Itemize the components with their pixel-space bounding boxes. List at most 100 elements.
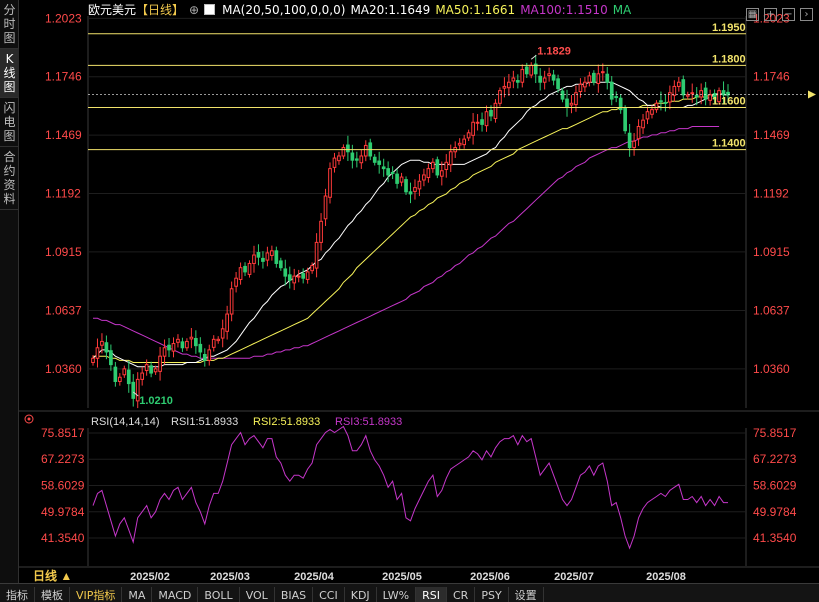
- candle-body: [632, 140, 636, 149]
- candle-body: [551, 74, 556, 81]
- period-selector[interactable]: 日线 ▲: [19, 568, 79, 583]
- tab-cr[interactable]: CR: [447, 587, 476, 602]
- candle-body: [314, 241, 319, 269]
- ma100-value: MA100:1.1510: [520, 3, 608, 17]
- tab-macd[interactable]: MACD: [152, 587, 199, 602]
- tab-ma[interactable]: MA: [122, 587, 153, 602]
- rsi-settings-icon-dot: [27, 417, 31, 421]
- candle-body: [685, 94, 690, 97]
- candle-body: [270, 250, 274, 256]
- rsi-tick-left: 41.3540: [41, 531, 85, 545]
- chart-header: 欧元美元【日线】 ⊕ MA(20,50,100,0,0,0) MA20:1.1649 M…: [88, 2, 636, 18]
- candle-body: [328, 168, 332, 198]
- time-label: 2025/02: [130, 571, 170, 583]
- chart-area[interactable]: 1.19501.18001.16001.1400 1.2023 1.20231.1…: [0, 0, 819, 602]
- level-label: 1.1800: [712, 53, 746, 65]
- candle-body: [292, 275, 297, 284]
- tab-kdj[interactable]: KDJ: [345, 587, 377, 602]
- tab-boll[interactable]: BOLL: [198, 587, 240, 602]
- candle-body: [592, 72, 596, 83]
- tab-templates[interactable]: 模板: [35, 587, 70, 602]
- tab-indicators[interactable]: 指标: [0, 587, 35, 602]
- rsi-tick-right: 75.8517: [753, 426, 797, 440]
- candle-body: [319, 220, 323, 243]
- ma-button[interactable]: MA: [613, 3, 632, 17]
- candle-body: [229, 288, 234, 315]
- price-tick-left: 1.1469: [45, 128, 82, 142]
- tab-settings[interactable]: 设置: [509, 587, 544, 602]
- level-label: 1.1600: [712, 96, 746, 108]
- candle-body: [654, 102, 659, 111]
- candle-body: [109, 350, 113, 366]
- candle-body: [198, 343, 203, 353]
- candle-body: [650, 109, 654, 115]
- candle-body: [243, 265, 247, 273]
- candle-body: [395, 173, 399, 184]
- plus-icon[interactable]: +: [764, 8, 777, 21]
- candle-body: [310, 265, 314, 272]
- minus-icon[interactable]: −: [782, 8, 795, 21]
- time-label: 2025/06: [470, 571, 510, 583]
- kline-app: 分时图 K线图 闪电图 合约资料 1.1950 1.1800 1.1600 1.140…: [0, 0, 819, 602]
- price-tick-right: 1.1192: [753, 186, 789, 200]
- grid-icon[interactable]: ▦: [746, 8, 759, 21]
- time-label: 2025/08: [646, 571, 686, 583]
- candle-body: [140, 372, 145, 380]
- candle-body: [493, 102, 498, 119]
- candle-body: [623, 107, 627, 132]
- candle-body: [283, 268, 288, 277]
- candle-body: [681, 79, 686, 96]
- high-label: 1.1829: [537, 45, 571, 57]
- next-icon[interactable]: ›: [800, 8, 813, 21]
- time-label: 2025/05: [382, 571, 422, 583]
- candle-body: [153, 368, 158, 373]
- price-tick-left: 1.0637: [45, 303, 82, 317]
- candle-body: [457, 142, 462, 146]
- candle-body: [560, 90, 565, 100]
- ma-definition: MA(20,50,100,0,0,0): [222, 3, 346, 17]
- candle-body: [354, 158, 359, 161]
- candle-body: [185, 340, 189, 349]
- tab-psy[interactable]: PSY: [475, 587, 509, 602]
- candle-body: [95, 347, 100, 359]
- tab-lw[interactable]: LW%: [377, 587, 417, 602]
- candle-body: [126, 369, 131, 385]
- candle-body: [238, 267, 243, 280]
- candle-body: [600, 71, 605, 74]
- rsi-grid: [87, 428, 747, 566]
- candle-body: [431, 161, 435, 170]
- candle-body: [296, 275, 301, 278]
- candle-body: [377, 160, 382, 165]
- ma20-value: MA20:1.1649: [350, 3, 431, 17]
- candle-body: [694, 94, 699, 98]
- level-label: 1.1950: [712, 22, 746, 34]
- candle-body: [583, 81, 587, 88]
- rsi-tick-right: 49.9784: [753, 505, 797, 519]
- rsi2-value: RSI2:51.8933: [253, 416, 320, 428]
- time-label: 2025/07: [554, 571, 594, 583]
- candle-body: [104, 342, 109, 353]
- candle-body: [663, 101, 668, 104]
- candle-body: [117, 376, 122, 382]
- candle-body: [372, 156, 377, 163]
- price-tick-left: 1.1746: [45, 70, 82, 84]
- candle-body: [122, 368, 127, 376]
- candle-body: [408, 191, 413, 195]
- ma-toggle-icon[interactable]: [204, 4, 216, 15]
- tab-vol[interactable]: VOL: [240, 587, 275, 602]
- candle-body: [359, 155, 364, 164]
- symbol-name: 欧元美元: [88, 3, 137, 17]
- candle-body: [265, 252, 270, 261]
- tab-vip-indicators[interactable]: VIP指标: [70, 587, 123, 602]
- tab-cci[interactable]: CCI: [313, 587, 345, 602]
- tab-bias[interactable]: BIAS: [275, 587, 314, 602]
- candle-body: [538, 75, 543, 83]
- candle-body: [435, 159, 440, 176]
- candle-body: [207, 349, 212, 361]
- candle-body: [404, 179, 408, 193]
- candle-body: [498, 90, 502, 104]
- tab-rsi[interactable]: RSI: [416, 587, 447, 602]
- rsi-tick-left: 58.6029: [41, 478, 85, 492]
- ma-settings-icon[interactable]: ⊕: [189, 3, 199, 17]
- rsi-line: [92, 425, 728, 550]
